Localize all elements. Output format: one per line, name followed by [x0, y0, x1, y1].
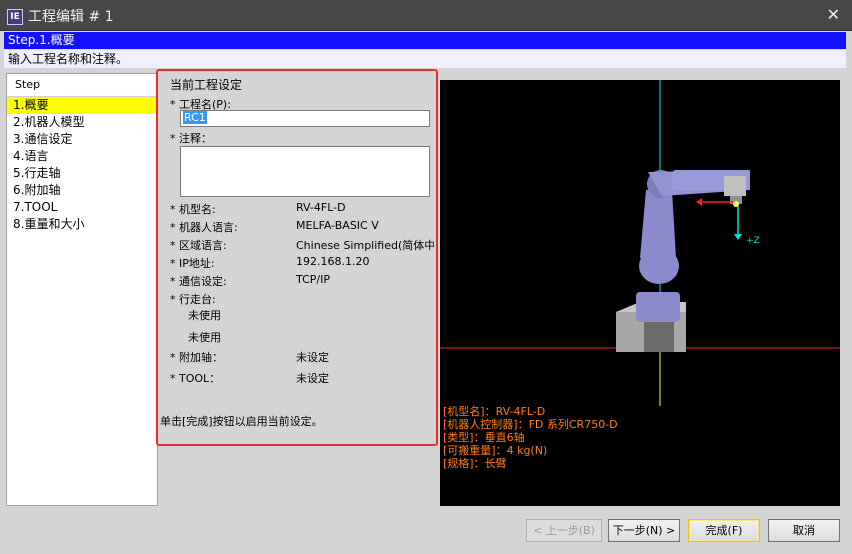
tool-z-label: +Z — [746, 236, 760, 246]
step-description: 输入工程名称和注释。 — [4, 50, 846, 68]
info-type: [类型]：垂直6轴 — [443, 431, 525, 444]
info-model: [机型名]：RV-4FL-D — [443, 405, 546, 418]
tool-x-arrow — [696, 198, 702, 206]
robot-info: [机型名]：RV-4FL-D [机器人控制器]：FD 系列CR750-D [类型… — [443, 405, 618, 470]
communication-value: TCP/IP — [296, 273, 330, 286]
finish-button[interactable]: 完成(F) — [688, 519, 760, 542]
tool-origin — [733, 201, 739, 207]
model-name-label: * 机型名: — [170, 203, 216, 216]
traveling-value-1: 未使用 — [188, 309, 221, 322]
robot-lower-arm — [640, 190, 676, 258]
step-item-traveling-axis[interactable]: 5.行走轴 — [7, 165, 157, 182]
locale-language-label: * 区域语言: — [170, 239, 227, 252]
model-name-value: RV-4FL-D — [296, 201, 346, 214]
step-item-tool[interactable]: 7.TOOL — [7, 199, 157, 216]
settings-title: 当前工程设定 — [170, 78, 243, 92]
step-header: Step.1.概要 — [4, 32, 846, 49]
app-icon: IE — [7, 9, 23, 25]
robot-language-value: MELFA-BASIC V — [296, 219, 379, 232]
step-item-additional-axis[interactable]: 6.附加轴 — [7, 182, 157, 199]
step-item-weight-size[interactable]: 8.重量和大小 — [7, 216, 157, 233]
window-title: 工程编辑 # 1 — [28, 9, 114, 25]
cancel-button[interactable]: 取消 — [768, 519, 840, 542]
robot-shoulder — [636, 292, 680, 322]
step-item-communication[interactable]: 3.通信设定 — [7, 131, 157, 148]
title-bar: IE 工程编辑 # 1 ✕ — [0, 0, 852, 31]
ip-address-label: * IP地址: — [170, 257, 215, 270]
robot-3d-viewer[interactable]: +Z [机型名]：RV-4FL-D [机器人控制器]：FD 系列CR750-D … — [440, 80, 840, 506]
close-icon[interactable]: ✕ — [827, 5, 840, 24]
step-item-robot-model[interactable]: 2.机器人模型 — [7, 114, 157, 131]
robot-language-label: * 机器人语言: — [170, 221, 238, 234]
traveling-value-2: 未使用 — [188, 331, 221, 344]
locale-language-value: Chinese Simplified(简体中 — [296, 239, 434, 252]
info-payload: [可搬重量]：4 kg(N) — [443, 444, 548, 457]
step-item-overview[interactable]: 1.概要 — [7, 97, 157, 114]
traveling-label: * 行走台: — [170, 293, 216, 306]
communication-label: * 通信设定: — [170, 275, 227, 288]
tool-value: 未设定 — [296, 372, 329, 385]
info-controller: [机器人控制器]：FD 系列CR750-D — [443, 418, 618, 431]
comment-label: * 注释： — [170, 132, 212, 145]
step-item-language[interactable]: 4.语言 — [7, 148, 157, 165]
steps-list: Step 1.概要 2.机器人模型 3.通信设定 4.语言 5.行走轴 6.附加… — [6, 73, 158, 506]
steps-list-header: Step — [7, 74, 157, 97]
tool-label: * TOOL： — [170, 372, 221, 385]
finish-hint: 单击[完成]按钮以启用当前设定。 — [160, 415, 323, 428]
additional-axis-label: * 附加轴： — [170, 351, 223, 364]
back-button[interactable]: < 上一步(B) — [526, 519, 602, 542]
project-name-input[interactable]: RC1 — [180, 110, 430, 127]
tool-z-arrow — [734, 234, 742, 240]
next-button[interactable]: 下一步(N) > — [608, 519, 680, 542]
ip-address-value: 192.168.1.20 — [296, 255, 370, 268]
project-name-value: RC1 — [183, 111, 207, 124]
info-spec: [规格]：长臂 — [443, 457, 507, 470]
current-settings-panel: 当前工程设定 * 工程名(P): RC1 * 注释： * 机型名: RV-4FL… — [156, 69, 438, 446]
comment-textarea[interactable] — [180, 146, 430, 197]
robot-wrist — [724, 176, 746, 196]
additional-axis-value: 未设定 — [296, 351, 329, 364]
